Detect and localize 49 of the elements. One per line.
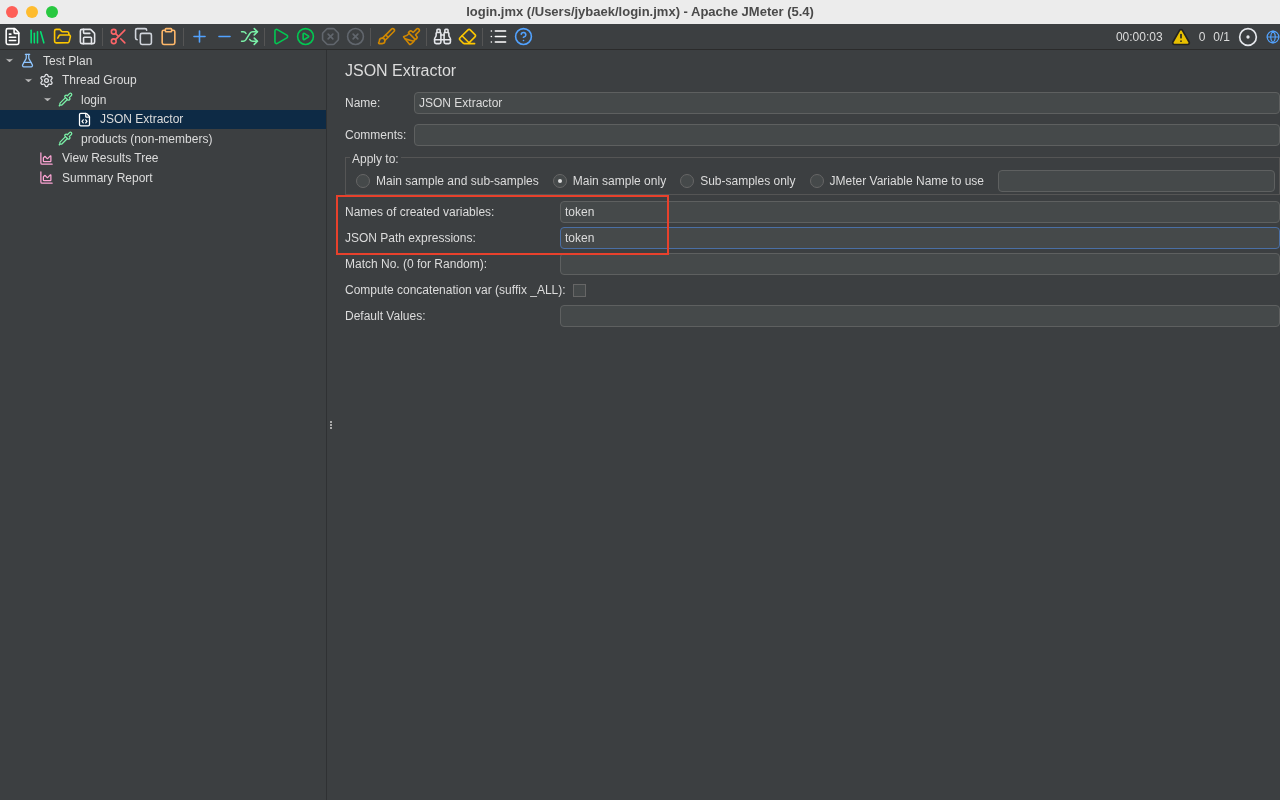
warning-icon[interactable] [1170,26,1191,47]
remote-status-icon [1238,26,1258,47]
elapsed-time: 00:00:03 [1115,28,1163,46]
checkbox[interactable] [572,283,586,297]
tree-item[interactable]: products (non-members) [0,129,326,149]
field-label: Name: [345,95,382,112]
clipboard-icon[interactable] [158,25,178,48]
chart-icon [39,150,54,166]
help-icon[interactable] [513,25,533,48]
split-handle-icon[interactable] [330,421,332,429]
field-label: Comments: [345,127,408,144]
tree-item[interactable]: Test Plan [0,51,326,71]
tree-item[interactable]: View Results Tree [0,148,326,168]
text-field[interactable] [560,305,1280,327]
field-label: JSON Path expressions: [345,230,477,247]
radio-option[interactable]: Main sample and sub-samples [356,172,539,190]
variable-name-field[interactable] [998,170,1275,192]
field-label: Default Values: [345,308,427,325]
comments-field[interactable] [414,124,1280,146]
close-window-icon[interactable] [6,6,18,18]
window-title: login.jmx (/Users/jybaek/login.jmx) - Apache JMeter (5.4) [466,3,814,22]
tree-item[interactable]: login [0,90,326,110]
name-field[interactable]: JSON Extractor [414,92,1280,114]
text-field[interactable]: token [560,227,1280,249]
field-label: Compute concatenation var (suffix _ALL): [345,282,567,299]
field-label: Match No. (0 for Random): [345,256,489,273]
error-count: 0 [1198,28,1206,46]
text-field[interactable] [560,253,1280,275]
globe-icon[interactable] [1266,29,1280,44]
new-file-icon[interactable] [2,25,22,48]
radio-option[interactable]: Sub-samples only [680,172,796,190]
play-no-pause-icon[interactable] [295,25,315,48]
thread-count: 0/1 [1213,28,1230,46]
tree-item[interactable]: Thread Group [0,70,326,90]
chart-icon [39,170,54,186]
toggle-icon[interactable] [239,25,259,48]
copy-icon[interactable] [133,25,153,48]
flask-icon [20,53,35,69]
field-label: Names of created variables: [345,204,496,221]
text-field[interactable]: token [560,201,1280,223]
tree-item[interactable]: Summary Report [0,168,326,188]
pipette-icon [58,131,73,147]
gear-icon [39,72,54,88]
radio-option[interactable]: JMeter Variable Name to use [809,172,985,190]
pipette-icon [58,92,73,108]
panel-title: JSON Extractor [345,61,458,81]
tree-item[interactable]: JSON Extractor [0,109,326,129]
document-icon [77,111,92,127]
radio-option[interactable]: Main sample only [552,172,667,190]
